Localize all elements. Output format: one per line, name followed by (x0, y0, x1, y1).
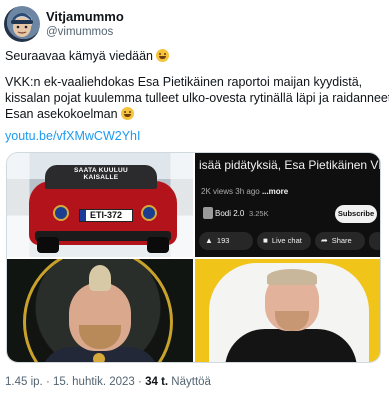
avatar-illustration-icon (11, 13, 33, 37)
youtube-live-chat-pill: ■ Live chat (257, 232, 311, 250)
youtube-video-title: isää pidätyksiä, Esa Pietikäinen VKK Mik… (199, 158, 380, 172)
media-grid[interactable]: SAATA KUULUU KAISALLE ETI-372 isää pidät… (6, 152, 381, 363)
portrait-2-hair (267, 269, 317, 285)
youtube-subscribe-button: Subscribe (335, 205, 377, 223)
share-arrow-icon: ➦ (321, 236, 328, 245)
youtube-age: 3h ago (235, 187, 260, 196)
youtube-subscriber-count: 3.25K (249, 209, 269, 218)
tweet-card[interactable]: Vitjamummo @vimummos Seuraavaa kämyä vie… (0, 0, 389, 401)
views-count: 34 t. (145, 376, 169, 388)
youtube-live-chat-label: Live chat (271, 236, 302, 245)
media-photo-portrait-2[interactable] (195, 259, 380, 362)
author-handle[interactable]: @vimummos (46, 26, 113, 38)
tweet-text-line-1: Seuraavaa kämyä viedään (5, 48, 170, 64)
media-photo-portrait-1[interactable] (7, 259, 193, 362)
tweet-text-line-2: VKK:n ek-vaaliehdokas Esa Pietikäinen ra… (5, 75, 363, 89)
portrait-1-hair (89, 265, 111, 291)
youtube-share-label: Share (331, 236, 352, 245)
car-emblem-left-icon (53, 205, 69, 221)
tweet-text-line-1-text: Seuraavaa kämyä viedään (5, 49, 154, 63)
avatar[interactable] (4, 6, 40, 42)
youtube-share-pill: ➦ Share (315, 232, 365, 250)
youtube-link[interactable]: youtu.be/vfXMwCW2YhI (5, 129, 140, 143)
media-photo-car[interactable]: SAATA KUULUU KAISALLE ETI-372 (7, 153, 193, 257)
license-plate: ETI-372 (79, 209, 133, 222)
tweet-text-line-4-text: Esan asekokoelman (5, 107, 118, 121)
media-youtube-screenshot[interactable]: isää pidätyksiä, Esa Pietikäinen VKK Mik… (195, 153, 380, 257)
youtube-video-meta: 2K views 3h ago ...more (201, 187, 288, 196)
youtube-more: ...more (261, 187, 289, 196)
laughing-emoji-icon (156, 49, 170, 62)
car-emblem-right-icon (141, 205, 157, 221)
youtube-like-pill: ▲ 193 (199, 232, 253, 250)
portrait-2-shirt (225, 329, 357, 362)
tweet-time[interactable]: 1.45 ip. (5, 376, 43, 388)
grinning-emoji-icon (120, 107, 134, 120)
thumbs-up-icon: ▲ (205, 236, 213, 245)
channel-avatar-icon (203, 207, 213, 219)
car-wheel-left (37, 237, 59, 253)
tweet-date[interactable]: 15. huhtik. 2023 (53, 376, 135, 388)
tweet-text-line-3: kissalan pojat kuulemma tulleet ulko-ove… (5, 91, 389, 105)
car-wheel-right (147, 237, 169, 253)
tweet-text-line-4: Esan asekokoelman (5, 106, 134, 122)
youtube-more-pill (369, 232, 380, 250)
author-display-name[interactable]: Vitjamummo (46, 9, 124, 24)
chat-icon: ■ (263, 236, 268, 245)
car-rear-sign: SAATA KUULUU KAISALLE (73, 167, 129, 181)
separator-dot: · (45, 376, 50, 388)
youtube-like-count: 193 (216, 236, 230, 245)
youtube-views: 2K views (201, 187, 234, 196)
tweet-footer: 1.45 ip. · 15. huhtik. 2023 · 34 t. Näyt… (5, 376, 211, 388)
lapel-pin-icon (93, 353, 105, 362)
youtube-channel-name: Bodi 2.0 (215, 209, 245, 218)
separator-dot: · (138, 376, 142, 388)
views-label: Näyttöä (171, 376, 211, 388)
